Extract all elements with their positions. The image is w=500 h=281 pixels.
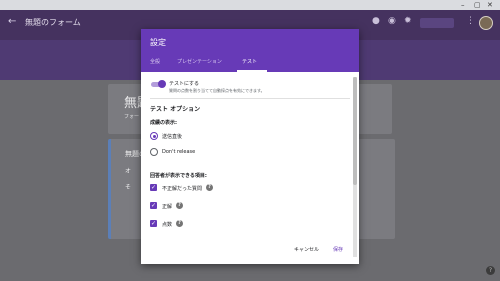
back-arrow-icon[interactable]: ← <box>8 16 16 27</box>
dont-release-label[interactable]: Don't release <box>162 149 195 155</box>
more-menu-icon[interactable]: ⋮ <box>466 16 475 26</box>
quiz-toggle-knob[interactable] <box>158 80 166 88</box>
settings-gear-icon[interactable]: ✹ <box>404 16 412 26</box>
help-icon[interactable]: ? <box>486 266 495 275</box>
missed-questions-label[interactable]: 不正解だった質問 <box>162 185 202 192</box>
bg-option-2: そ <box>125 184 132 191</box>
settings-dialog: 設定 全般 プレゼンテーション テスト テストにする 質問の点数を割り当てて自動… <box>141 29 359 264</box>
form-title[interactable]: 無題のフォーム <box>25 17 81 28</box>
radio-release-immediately[interactable] <box>150 132 158 140</box>
send-button[interactable] <box>420 18 454 28</box>
quiz-toggle-description: 質問の点数を割り当てて自動採点を有効にできます。 <box>169 88 265 93</box>
help-icon[interactable]: ? <box>206 184 213 191</box>
dialog-header <box>141 29 359 72</box>
save-button[interactable]: 保存 <box>333 246 343 253</box>
bg-form-description: フォー <box>124 114 140 120</box>
section-divider <box>150 98 350 99</box>
tab-presentation[interactable]: プレゼンテーション <box>177 58 222 65</box>
release-immediately-label[interactable]: 送信直後 <box>162 133 182 140</box>
point-values-label[interactable]: 点数 <box>162 221 172 228</box>
tab-general[interactable]: 全般 <box>150 58 160 65</box>
bg-option-1: オ <box>125 168 132 175</box>
tab-quiz[interactable]: テスト <box>242 58 257 65</box>
help-icon[interactable]: ? <box>176 220 183 227</box>
radio-dont-release[interactable] <box>150 148 158 156</box>
checkbox-correct-answers[interactable]: ✓ <box>150 202 157 209</box>
cancel-button[interactable]: キャンセル <box>294 246 319 253</box>
palette-icon[interactable]: ● <box>372 16 380 26</box>
help-icon[interactable]: ? <box>176 202 183 209</box>
dialog-scroll-thumb[interactable] <box>353 77 357 185</box>
quiz-options-title: テスト オプション <box>150 106 201 113</box>
dialog-title: 設定 <box>150 38 166 47</box>
checkbox-point-values[interactable]: ✓ <box>150 220 157 227</box>
quiz-toggle-label: テストにする <box>169 81 200 87</box>
correct-answers-label[interactable]: 正解 <box>162 203 172 210</box>
maximize-icon[interactable]: ▢ <box>474 0 481 10</box>
preview-eye-icon[interactable]: ◉ <box>388 16 396 26</box>
avatar[interactable] <box>479 16 493 30</box>
checkbox-missed-questions[interactable]: ✓ <box>150 184 157 191</box>
grade-release-heading: 成績の表示: <box>150 120 178 126</box>
active-tab-indicator <box>237 70 267 72</box>
close-window-icon[interactable]: ✕ <box>487 0 493 10</box>
respondent-can-see-heading: 回答者が表示できる項目: <box>150 173 207 179</box>
minimize-icon[interactable]: – <box>461 0 465 10</box>
